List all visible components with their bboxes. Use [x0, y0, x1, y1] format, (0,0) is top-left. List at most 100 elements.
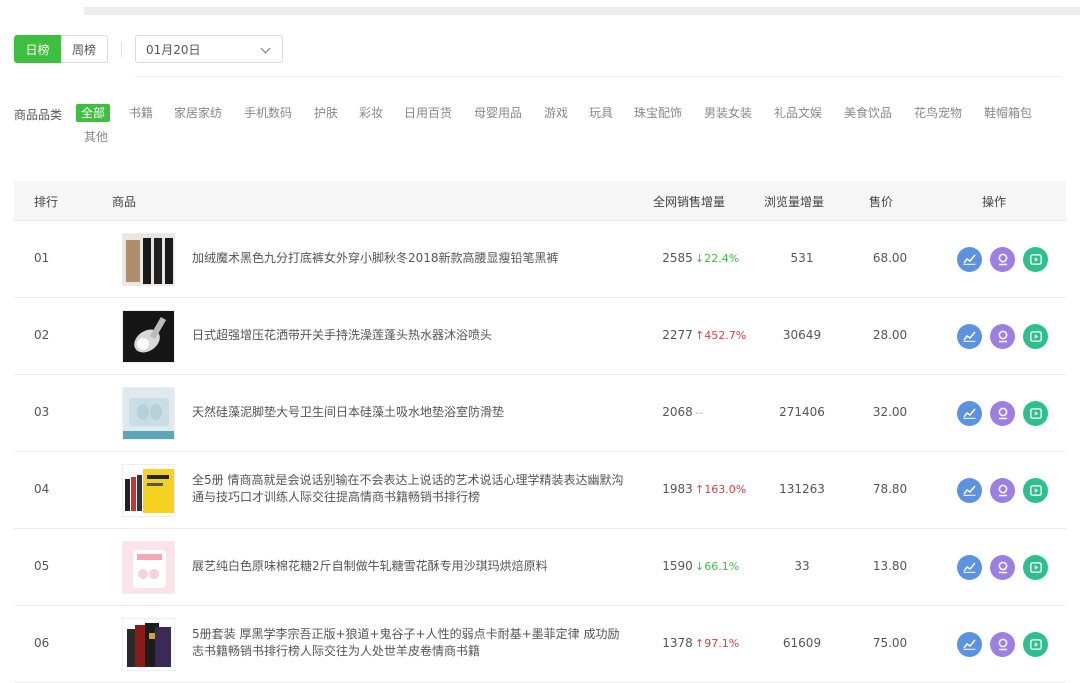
line-chart-icon[interactable]: [957, 478, 982, 503]
sales-increment: 2585: [662, 251, 693, 265]
views-increment: 131263: [779, 482, 825, 496]
category-makeup[interactable]: 彩妆: [359, 104, 383, 122]
category-games[interactable]: 游戏: [544, 104, 568, 122]
category-all[interactable]: 全部: [76, 104, 111, 122]
product-thumbnail[interactable]: [122, 541, 175, 594]
category-books[interactable]: 书籍: [129, 104, 153, 122]
user-search-icon[interactable]: [990, 555, 1015, 580]
sales-trend: --: [695, 406, 703, 419]
product-title[interactable]: 天然硅藻泥脚垫大号卫生间日本硅藻土吸水地垫浴室防滑垫: [192, 404, 624, 421]
sales-increment: 1983: [662, 482, 693, 496]
user-search-icon[interactable]: [990, 247, 1015, 272]
weekly-ranking-button[interactable]: 周榜: [61, 35, 108, 63]
views-increment: 531: [790, 251, 814, 265]
sales-trend: ↓66.1%: [695, 560, 740, 573]
category-toys[interactable]: 玩具: [589, 104, 613, 122]
category-mother-baby[interactable]: 母婴用品: [474, 104, 522, 122]
table-row[interactable]: 03 天然硅藻泥脚垫大号卫生间日本硅藻土吸水地垫浴室防滑垫 2068 -- 27…: [14, 375, 1066, 452]
chevron-down-icon: [260, 43, 271, 54]
line-chart-icon[interactable]: [957, 555, 982, 580]
row-actions: [957, 478, 1048, 503]
price: 32.00: [872, 405, 908, 419]
category-apparel[interactable]: 男装女装: [704, 104, 752, 122]
ranking-period-toggle: 日榜 周榜: [14, 35, 108, 63]
category-daily-goods[interactable]: 日用百货: [404, 104, 452, 122]
category-label: 商品品类: [14, 108, 63, 122]
row-actions: [957, 324, 1048, 349]
sales-trend: ↓22.4%: [695, 252, 740, 265]
product-thumbnail[interactable]: [122, 618, 175, 671]
play-icon[interactable]: [1023, 247, 1048, 272]
table-row[interactable]: 02 日式超强增压花洒带开关手持洗澡莲蓬头热水器沐浴喷头 2277 ↑452.7…: [14, 298, 1066, 375]
divider: [135, 76, 1060, 77]
play-icon[interactable]: [1023, 555, 1048, 580]
user-search-icon[interactable]: [990, 401, 1015, 426]
category-gifts[interactable]: 礼品文娱: [774, 104, 822, 122]
product-thumbnail[interactable]: [122, 310, 175, 363]
views-increment: 61609: [782, 636, 822, 650]
table-header: 排行 商品 全网销售增量 浏览量增量 售价 操作: [14, 181, 1066, 221]
date-select-value: 01月20日: [146, 42, 201, 57]
header-product: 商品: [112, 195, 137, 209]
product-title[interactable]: 展艺纯白色原味棉花糖2斤自制做牛轧糖雪花酥专用沙琪玛烘焙原料: [192, 558, 624, 575]
table-row[interactable]: 01 加绒魔术黑色九分打底裤女外穿小脚秋冬2018新款高腰显瘦铅笔黑裤 2585…: [14, 221, 1066, 298]
rank: 03: [34, 405, 50, 419]
product-thumbnail[interactable]: [122, 233, 175, 286]
price: 75.00: [872, 636, 908, 650]
product-title[interactable]: 加绒魔术黑色九分打底裤女外穿小脚秋冬2018新款高腰显瘦铅笔黑裤: [192, 250, 624, 267]
top-scroll-bar: [84, 7, 1080, 15]
play-icon[interactable]: [1023, 632, 1048, 657]
rank: 05: [34, 559, 50, 573]
price: 28.00: [872, 328, 908, 342]
rank: 01: [34, 251, 50, 265]
category-home-textiles[interactable]: 家居家纺: [174, 104, 222, 122]
views-increment: 33: [794, 559, 810, 573]
category-filter: 全部 书籍 家居家纺 手机数码 护肤 彩妆 日用百货 母婴用品 游戏 玩具 珠宝…: [76, 104, 1066, 150]
play-icon[interactable]: [1023, 478, 1048, 503]
price: 78.80: [872, 482, 908, 496]
rank: 06: [34, 636, 50, 650]
line-chart-icon[interactable]: [957, 324, 982, 349]
divider: [121, 42, 122, 57]
category-pets-plants[interactable]: 花鸟宠物: [914, 104, 962, 122]
views-increment: 30649: [782, 328, 822, 342]
user-search-icon[interactable]: [990, 324, 1015, 349]
row-actions: [957, 247, 1048, 272]
row-actions: [957, 401, 1048, 426]
category-food-drinks[interactable]: 美食饮品: [844, 104, 892, 122]
play-icon[interactable]: [1023, 401, 1048, 426]
table-row[interactable]: 06 5册套装 厚黑学李宗吾正版+狼道+鬼谷子+人性的弱点卡耐基+墨菲定律 成功…: [14, 606, 1066, 683]
product-title[interactable]: 日式超强增压花洒带开关手持洗澡莲蓬头热水器沐浴喷头: [192, 327, 624, 344]
product-thumbnail[interactable]: [122, 464, 175, 517]
product-title[interactable]: 5册套装 厚黑学李宗吾正版+狼道+鬼谷子+人性的弱点卡耐基+墨菲定律 成功励志书…: [192, 626, 624, 660]
price: 68.00: [872, 251, 908, 265]
price: 13.80: [872, 559, 908, 573]
product-title[interactable]: 全5册 情商高就是会说话别输在不会表达上说话的艺术说话心理学精装表达幽默沟通与技…: [192, 472, 624, 506]
play-icon[interactable]: [1023, 324, 1048, 349]
category-other[interactable]: 其他: [84, 128, 108, 146]
user-search-icon[interactable]: [990, 478, 1015, 503]
sales-trend: ↑452.7%: [695, 329, 747, 342]
header-price[interactable]: 售价: [869, 193, 893, 210]
sales-trend: ↑97.1%: [695, 637, 740, 650]
category-digital[interactable]: 手机数码: [244, 104, 292, 122]
sales-increment: 2277: [662, 328, 693, 342]
views-increment: 271406: [779, 405, 825, 419]
table-row[interactable]: 05 展艺纯白色原味棉花糖2斤自制做牛轧糖雪花酥专用沙琪玛烘焙原料 1590 ↓…: [14, 529, 1066, 606]
header-views[interactable]: 浏览量增量: [764, 193, 824, 210]
category-skincare[interactable]: 护肤: [314, 104, 338, 122]
user-search-icon[interactable]: [990, 632, 1015, 657]
category-shoes-bags[interactable]: 鞋帽箱包: [984, 104, 1032, 122]
rank: 04: [34, 482, 50, 496]
table-row[interactable]: 04 全5册 情商高就是会说话别输在不会表达上说话的艺术说话心理学精装表达幽默沟…: [14, 452, 1066, 529]
header-rank: 排行: [34, 195, 59, 209]
category-jewelry[interactable]: 珠宝配饰: [634, 104, 682, 122]
header-sales[interactable]: 全网销售增量: [653, 193, 725, 210]
line-chart-icon[interactable]: [957, 632, 982, 657]
product-thumbnail[interactable]: [122, 387, 175, 440]
line-chart-icon[interactable]: [957, 247, 982, 272]
date-select[interactable]: 01月20日: [135, 35, 283, 63]
line-chart-icon[interactable]: [957, 401, 982, 426]
row-actions: [957, 632, 1048, 657]
daily-ranking-button[interactable]: 日榜: [14, 35, 61, 63]
